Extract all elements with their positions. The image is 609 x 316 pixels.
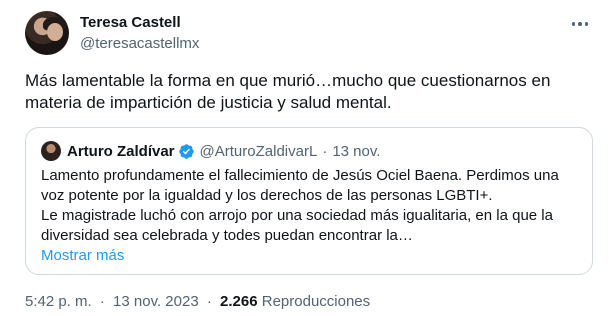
more-options-button[interactable] (567, 14, 593, 34)
quoted-separator: · (322, 142, 328, 160)
quoted-author-avatar[interactable] (41, 141, 61, 161)
meta-separator: · (206, 293, 212, 310)
views-count: 2.266 (220, 293, 258, 310)
quoted-tweet-header: Arturo Zaldívar @ArturoZaldivarL · 13 no… (41, 140, 380, 162)
author-avatar[interactable] (25, 11, 69, 55)
tweet-text: Más lamentable la forma en que murió…muc… (25, 70, 585, 114)
tweet-text-line: materia de impartición de justicia y sal… (25, 93, 392, 112)
verified-badge-icon (178, 143, 194, 159)
tweet-metadata: 5:42 p. m. · 13 nov. 2023 · 2.266 Reprod… (25, 293, 370, 310)
quoted-text-line: voz potente por la igualdad y los derech… (41, 187, 493, 204)
quoted-date[interactable]: 13 nov. (332, 143, 380, 160)
quoted-text-line: Le magistrade luchó con arrojo por una s… (41, 207, 553, 224)
tweet-date[interactable]: 13 nov. 2023 (113, 293, 199, 310)
tweet-header: Teresa Castell @teresacastellmx (25, 10, 595, 58)
show-more-link[interactable]: Mostrar más (41, 247, 124, 264)
meta-separator: · (99, 293, 105, 310)
tweet-time[interactable]: 5:42 p. m. (25, 293, 92, 310)
quoted-author-name[interactable]: Arturo Zaldívar (67, 143, 175, 160)
more-dot (584, 22, 589, 26)
more-dot (578, 22, 582, 26)
more-horizontal-icon (571, 22, 576, 26)
author-handle[interactable]: @teresacastellmx (80, 35, 199, 52)
views-label: Reproducciones (261, 293, 371, 310)
quoted-text-line: Lamento profundamente el fallecimiento d… (41, 167, 559, 184)
author-name[interactable]: Teresa Castell (80, 14, 181, 31)
quoted-text-line: diversidad sea celebrada y todes puedan … (41, 227, 413, 244)
avatar-face (47, 23, 63, 41)
tweet-text-line: Más lamentable la forma en que murió…muc… (25, 71, 551, 90)
quoted-author-handle[interactable]: @ArturoZaldivarL (200, 143, 318, 160)
quoted-tweet[interactable]: Arturo Zaldívar @ArturoZaldivarL · 13 no… (25, 127, 593, 275)
quoted-tweet-text: Lamento profundamente el fallecimiento d… (41, 166, 581, 246)
tweet: Teresa Castell @teresacastellmx Más lame… (0, 0, 609, 316)
